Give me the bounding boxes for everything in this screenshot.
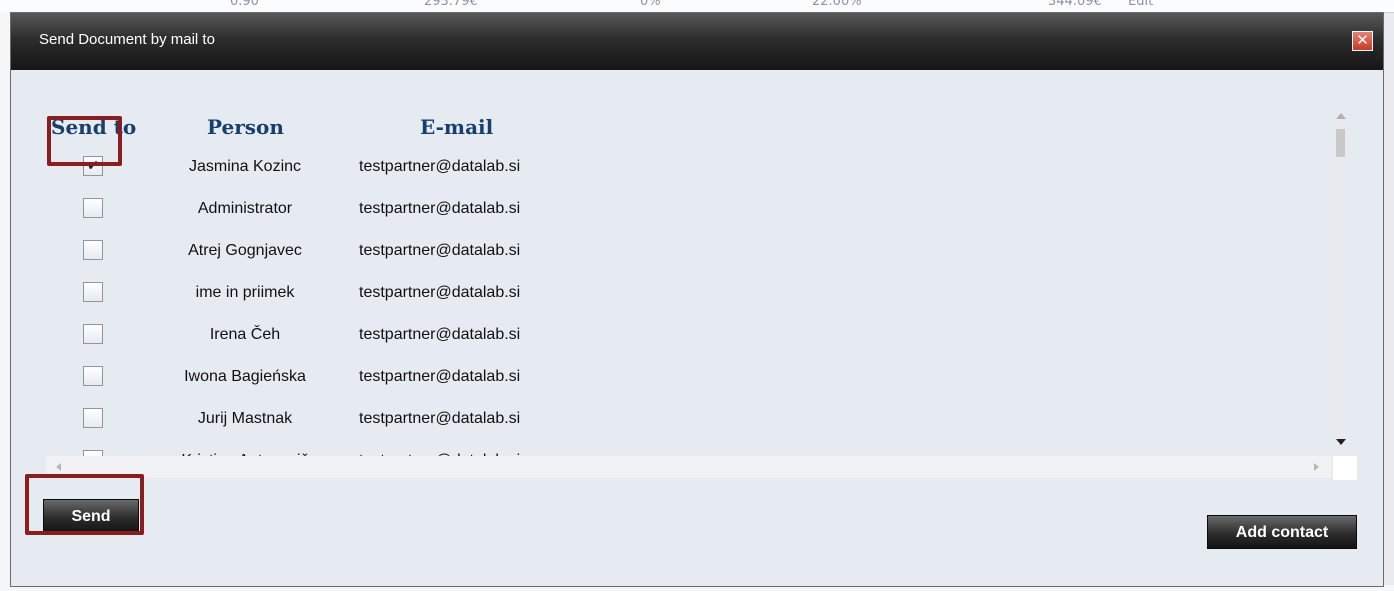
close-icon[interactable]: ✕ [1352, 31, 1373, 51]
contact-person: Atrej Gognjavec [188, 242, 302, 259]
column-header-person: Person [207, 115, 284, 139]
scroll-down-icon[interactable] [1336, 439, 1346, 445]
highlight-box-send [25, 474, 144, 535]
contact-email: testpartner@datalab.si [359, 158, 521, 175]
contact-email: testpartner@datalab.si [359, 410, 521, 427]
bg-fragment: Edit [1128, 0, 1154, 9]
send-document-dialog: Send Document by mail to ✕ Send to Perso… [10, 12, 1384, 587]
vertical-scrollbar[interactable] [1332, 105, 1349, 453]
scroll-up-icon[interactable] [1336, 113, 1346, 119]
bg-fragment: 0.90 [230, 0, 259, 9]
dialog-titlebar[interactable]: Send Document by mail to ✕ [11, 13, 1383, 70]
bg-fragment: 0% [640, 0, 661, 9]
bg-fragment: 293.79€ [424, 0, 478, 9]
send-to-checkbox[interactable] [83, 408, 103, 428]
contact-email: testpartner@datalab.si [359, 242, 521, 259]
contacts-panel: Send to Person E-mail ✔ Jasmina Kozinc t… [41, 101, 1346, 463]
send-to-checkbox[interactable] [83, 366, 103, 386]
send-to-checkbox[interactable] [83, 324, 103, 344]
highlight-box-checkbox [47, 116, 122, 166]
contact-person: ime in priimek [195, 284, 295, 301]
bg-fragment: 344.09€ [1048, 0, 1102, 9]
contact-email: testpartner@datalab.si [359, 326, 521, 343]
contact-row: ime in priimek testpartner@datalab.si [41, 282, 641, 324]
horizontal-scrollbar[interactable] [46, 456, 1331, 478]
contact-person: Administrator [197, 200, 293, 217]
contact-row: Irena Čeh testpartner@datalab.si [41, 324, 641, 366]
contact-row: Atrej Gognjavec testpartner@datalab.si [41, 240, 641, 282]
contact-person: Jasmina Kozinc [188, 158, 302, 175]
contact-row: Administrator testpartner@datalab.si [41, 198, 641, 240]
send-to-checkbox[interactable] [83, 198, 103, 218]
send-to-checkbox[interactable] [83, 240, 103, 260]
contact-person: Irena Čeh [209, 326, 281, 343]
column-header-email: E-mail [420, 115, 494, 139]
contact-email: testpartner@datalab.si [359, 368, 521, 385]
send-to-checkbox[interactable] [83, 282, 103, 302]
contact-person: Jurij Mastnak [197, 410, 293, 427]
contact-row: Jurij Mastnak testpartner@datalab.si [41, 408, 641, 450]
scrollbar-corner [1333, 456, 1357, 480]
contact-person: Iwona Bagieńska [184, 368, 306, 385]
contact-email: testpartner@datalab.si [359, 200, 521, 217]
add-contact-button[interactable]: Add contact [1207, 515, 1357, 549]
scroll-left-icon[interactable] [56, 463, 61, 471]
bg-fragment: 22.00% [812, 0, 862, 9]
dialog-title: Send Document by mail to [39, 31, 215, 48]
contact-email: testpartner@datalab.si [359, 284, 521, 301]
scrollbar-thumb[interactable] [1336, 129, 1345, 157]
contact-row: ✔ Jasmina Kozinc testpartner@datalab.si [41, 156, 641, 198]
contact-row: Iwona Bagieńska testpartner@datalab.si [41, 366, 641, 408]
scroll-right-icon[interactable] [1314, 463, 1319, 471]
